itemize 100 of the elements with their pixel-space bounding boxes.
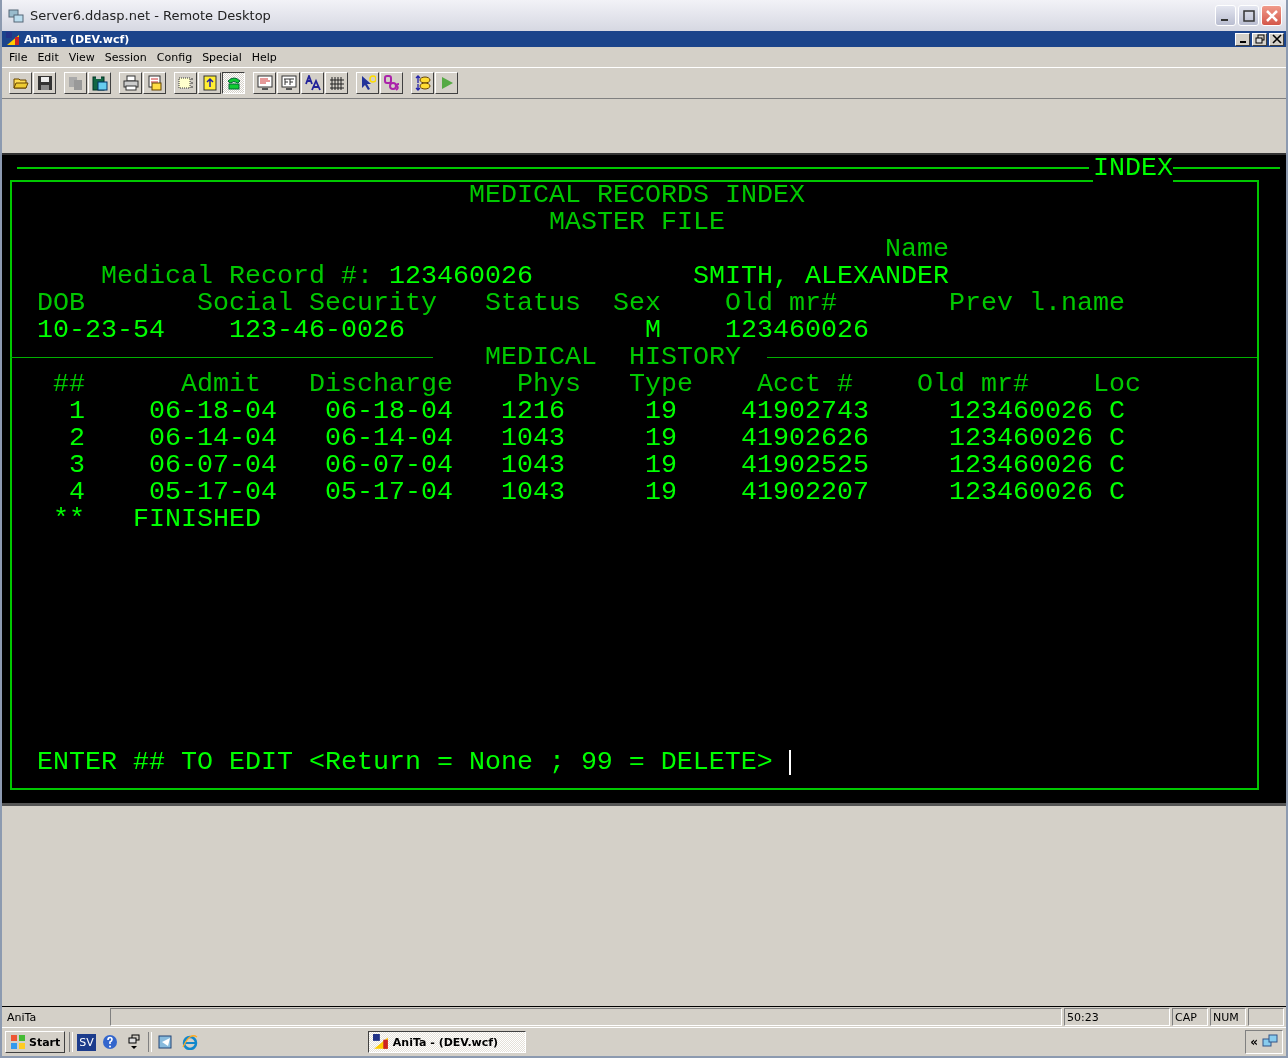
table-cell: 19 — [645, 425, 677, 452]
close-icon — [1263, 7, 1280, 24]
menu-item[interactable]: File — [4, 50, 33, 64]
table-cell: 1 — [69, 398, 85, 425]
table-cell: 2 — [69, 425, 85, 452]
field-label: Social Security — [197, 290, 437, 317]
field-label: Prev l.name — [949, 290, 1125, 317]
scroll-icon — [201, 75, 218, 91]
field-label: Sex — [613, 290, 661, 317]
close-button[interactable] — [1269, 32, 1284, 46]
table-cell: 1043 — [501, 452, 565, 479]
table-cell: 19 — [645, 479, 677, 506]
table-cell: C — [1109, 398, 1125, 425]
table-cell: 123460026 — [949, 452, 1093, 479]
table-cell: 1043 — [501, 425, 565, 452]
menu-item[interactable]: View — [63, 50, 100, 64]
table-cell: 41902626 — [741, 425, 869, 452]
app-logo-icon — [6, 32, 20, 46]
restore-button[interactable] — [1252, 32, 1267, 46]
app-title: AniTa - (DEV.wcf) — [24, 32, 130, 46]
table-cell: 41902525 — [741, 452, 869, 479]
maximize-button[interactable] — [1238, 5, 1259, 26]
monitor-icon — [280, 75, 297, 91]
table-cell: 06-07-04 — [149, 452, 277, 479]
app-logo-icon — [372, 1034, 389, 1050]
telephone-icon — [225, 75, 242, 91]
minimize-button[interactable] — [1235, 32, 1250, 46]
num-indicator: NUM — [1210, 1008, 1246, 1026]
menu-item[interactable]: Config — [151, 50, 198, 64]
tray-expand-button[interactable]: « — [1250, 1035, 1258, 1049]
network-icon[interactable] — [1262, 1034, 1278, 1050]
field-value: 123460026 — [389, 263, 533, 290]
field-label: Old mr# — [725, 290, 837, 317]
section-title: MEDICAL HISTORY — [485, 344, 741, 371]
table-cell: 06-14-04 — [325, 425, 453, 452]
table-cell: C — [1109, 479, 1125, 506]
minimize-button[interactable] — [1215, 5, 1236, 26]
windows-flag-icon — [10, 1034, 26, 1050]
table-cell: 19 — [645, 398, 677, 425]
pointer-question-icon — [359, 75, 376, 91]
printer-icon — [122, 75, 139, 91]
command-prompt: ENTER ## TO EDIT <Return = None ; 99 = DELETE> — [37, 749, 773, 776]
desktop-icon[interactable] — [157, 1034, 174, 1050]
menu-item[interactable]: Edit — [32, 50, 64, 64]
field-value: M — [645, 317, 661, 344]
font-icon — [304, 75, 321, 91]
status-text: FINISHED — [133, 506, 261, 533]
windows-caret-icon[interactable] — [125, 1034, 142, 1050]
status-panel — [1248, 1008, 1284, 1026]
status-time: 50:23 — [1064, 1008, 1170, 1026]
table-cell: 1216 — [501, 398, 565, 425]
app-badge[interactable]: SV — [77, 1033, 96, 1051]
selection-icon — [177, 75, 194, 91]
monitor-icon — [256, 75, 273, 91]
table-cell: 3 — [69, 452, 85, 479]
table-cell: 06-18-04 — [149, 398, 277, 425]
minimize-icon — [1239, 40, 1246, 43]
caps-indicator: CAP — [1172, 1008, 1208, 1026]
table-cell: 19 — [645, 452, 677, 479]
table-cell: 123460026 — [949, 425, 1093, 452]
field-value: 123-46-0026 — [229, 317, 405, 344]
frame-title: INDEX — [1093, 155, 1173, 182]
computers-icon — [8, 7, 24, 24]
toolbar-button[interactable] — [222, 72, 245, 94]
menu-item[interactable]: Help — [246, 50, 282, 64]
window-title: Server6.ddasp.net - Remote Desktop — [30, 8, 271, 23]
dos-icon — [383, 75, 400, 91]
table-cell: 123460026 — [949, 479, 1093, 506]
table-cell: 41902743 — [741, 398, 869, 425]
menu-item[interactable]: Special — [197, 50, 247, 64]
document-icon — [146, 75, 163, 91]
pages-icon — [67, 75, 84, 91]
table-cell: 06-18-04 — [325, 398, 453, 425]
table-cell: 05-17-04 — [325, 479, 453, 506]
text-cursor — [789, 750, 791, 775]
table-cell: 123460026 — [949, 398, 1093, 425]
field-value: 10-23-54 — [37, 317, 165, 344]
column-header: Phys — [517, 371, 581, 398]
field-value: 123460026 — [725, 317, 869, 344]
maximize-icon — [1240, 7, 1257, 24]
table-cell: 06-07-04 — [325, 452, 453, 479]
folder-icon — [12, 75, 29, 91]
menu-item[interactable]: Session — [99, 50, 152, 64]
minimize-icon — [1221, 18, 1228, 21]
start-button[interactable]: Start — [5, 1031, 66, 1053]
status-text: AniTa — [6, 1009, 38, 1026]
column-header: Type — [629, 371, 693, 398]
table-cell: 1043 — [501, 479, 565, 506]
column-header: Loc — [1093, 371, 1141, 398]
table-cell: 05-17-04 — [149, 479, 277, 506]
clipboard-icon — [91, 75, 108, 91]
screen-subtitle: MASTER FILE — [549, 209, 725, 236]
grid-icon — [328, 75, 345, 91]
close-icon — [1271, 34, 1282, 44]
field-label: DOB — [37, 290, 85, 317]
browser-icon[interactable] — [181, 1034, 198, 1050]
column-header: Admit — [181, 371, 261, 398]
taskbar-button[interactable]: AniTa - (DEV.wcf) — [367, 1031, 526, 1053]
column-header: Discharge — [309, 371, 453, 398]
help-icon[interactable] — [101, 1034, 118, 1050]
